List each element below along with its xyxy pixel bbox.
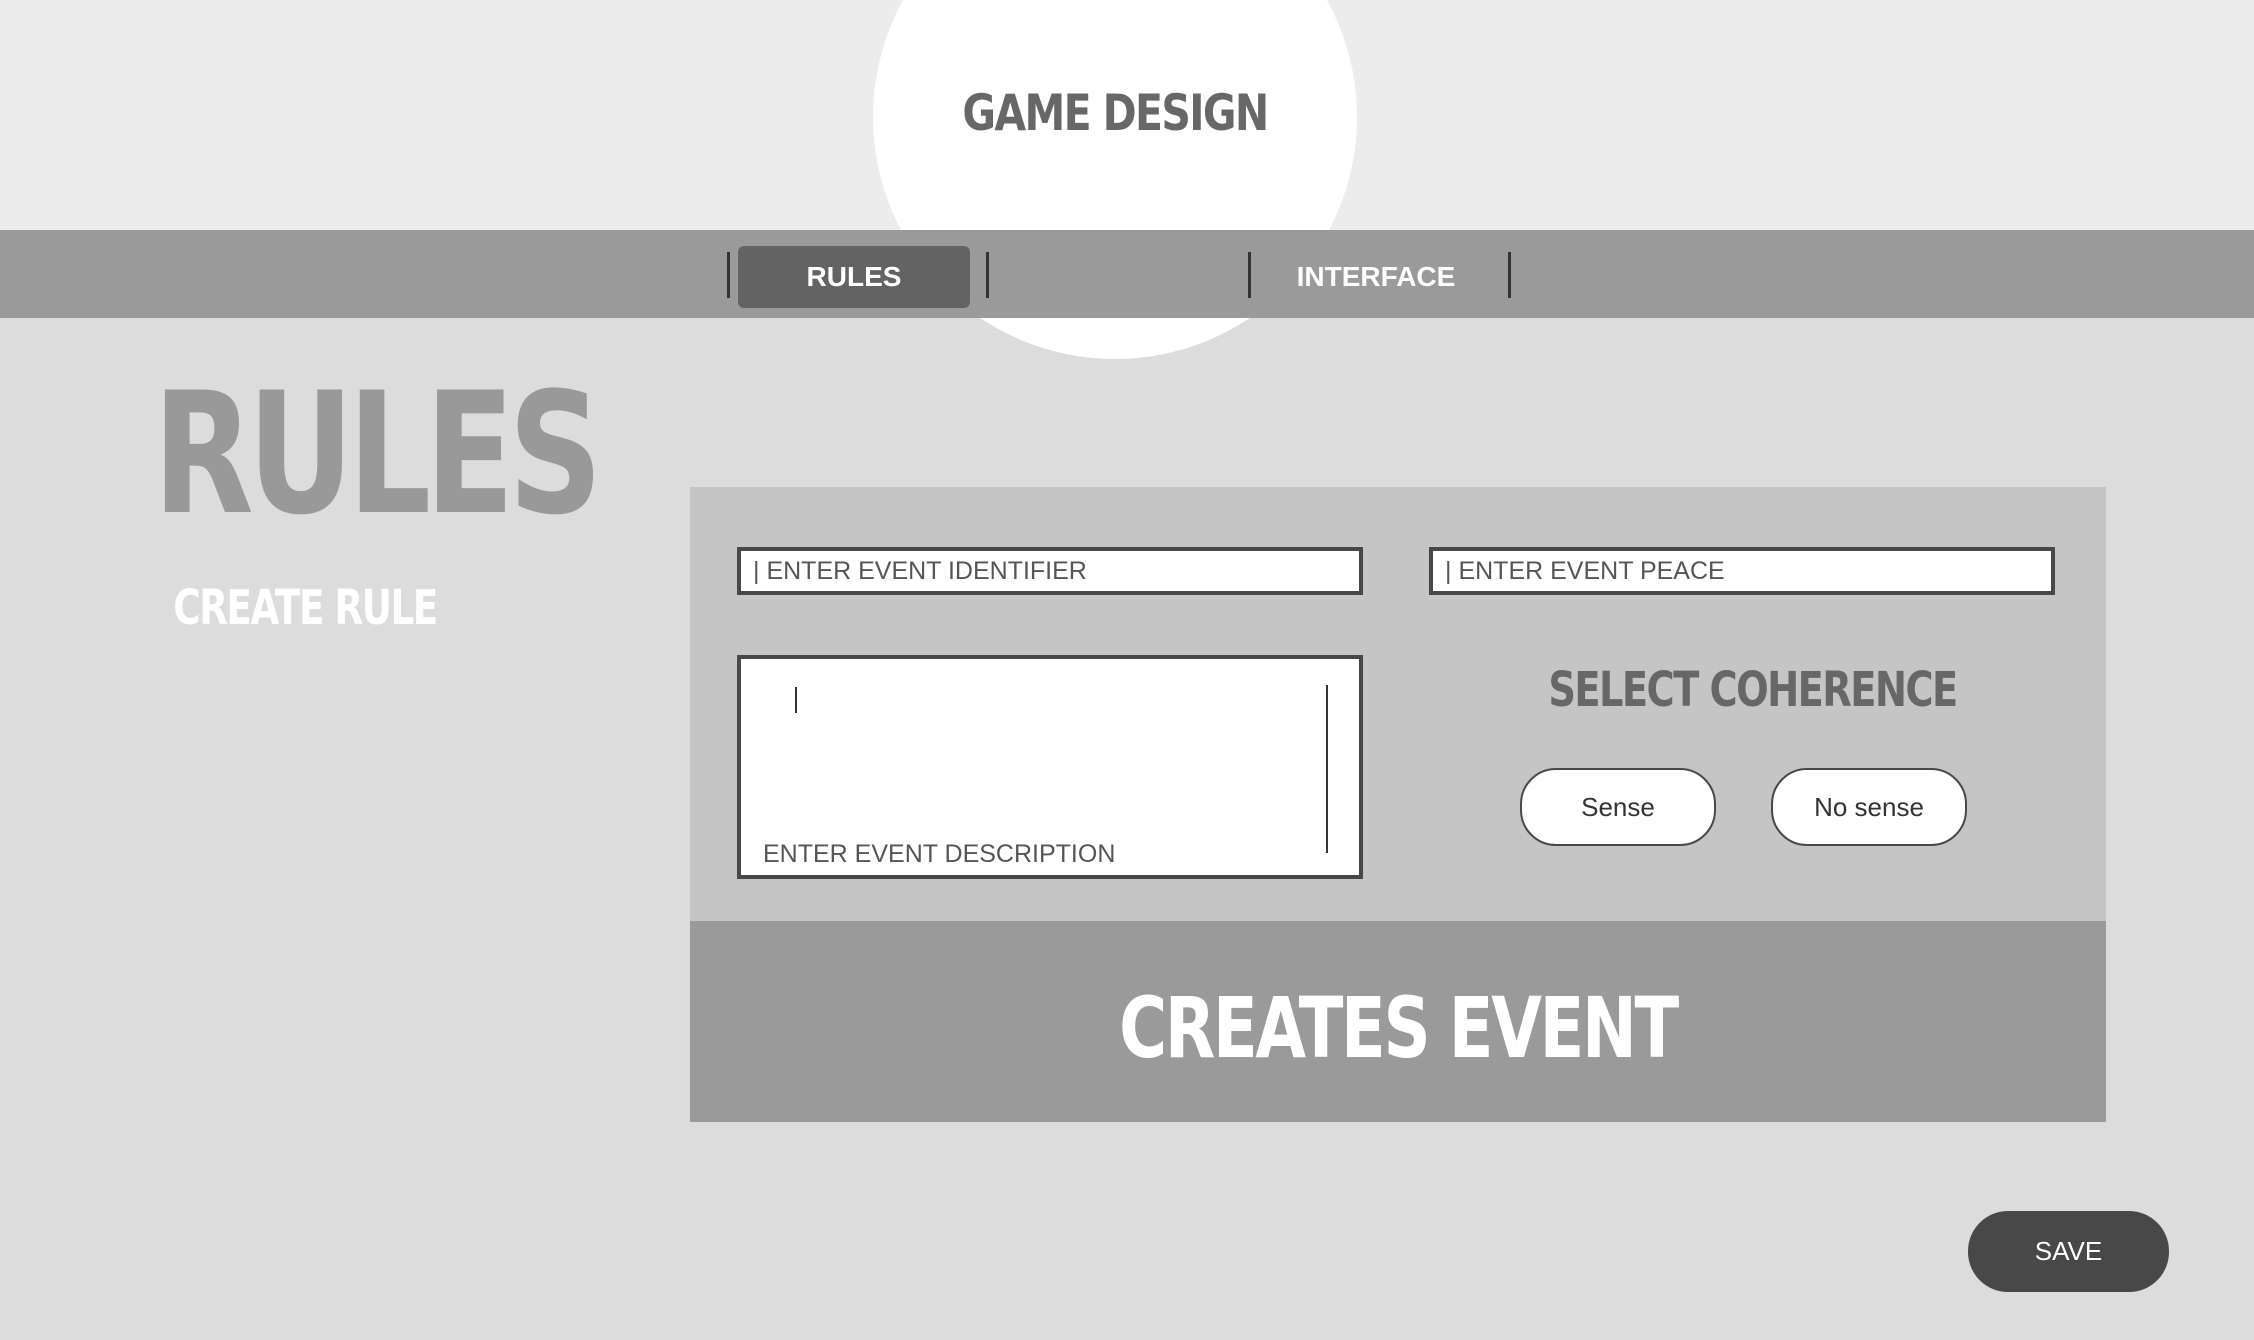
tab-separator xyxy=(1248,252,1251,298)
save-button[interactable]: SAVE xyxy=(1968,1211,2169,1292)
event-description-field[interactable]: ENTER EVENT DESCRIPTION xyxy=(737,655,1363,879)
tab-separator xyxy=(986,252,989,298)
create-event-label: CREATES EVENT xyxy=(1119,979,1679,1077)
event-description-input[interactable] xyxy=(741,659,1359,875)
tab-separator xyxy=(727,252,730,298)
app-title: GAME DESIGN xyxy=(962,84,1269,142)
page-subtitle: CREATE RULE xyxy=(173,580,438,636)
coherence-title: SELECT COHERENCE xyxy=(1548,662,1958,718)
tab-separator xyxy=(1508,252,1511,298)
coherence-sense-button[interactable]: Sense xyxy=(1520,768,1716,846)
page-title: RULES xyxy=(152,356,603,552)
tab-interface[interactable]: INTERFACE xyxy=(1260,246,1492,308)
tab-rules[interactable]: RULES xyxy=(738,246,970,308)
event-peace-input[interactable] xyxy=(1433,556,2051,586)
tab-unlabeled[interactable] xyxy=(1020,246,1252,308)
event-identifier-input[interactable] xyxy=(741,556,1359,586)
event-identifier-field[interactable] xyxy=(737,547,1363,595)
event-peace-field[interactable] xyxy=(1429,547,2055,595)
coherence-no-sense-button[interactable]: No sense xyxy=(1771,768,1967,846)
create-event-button[interactable]: CREATES EVENT xyxy=(690,921,2106,1122)
